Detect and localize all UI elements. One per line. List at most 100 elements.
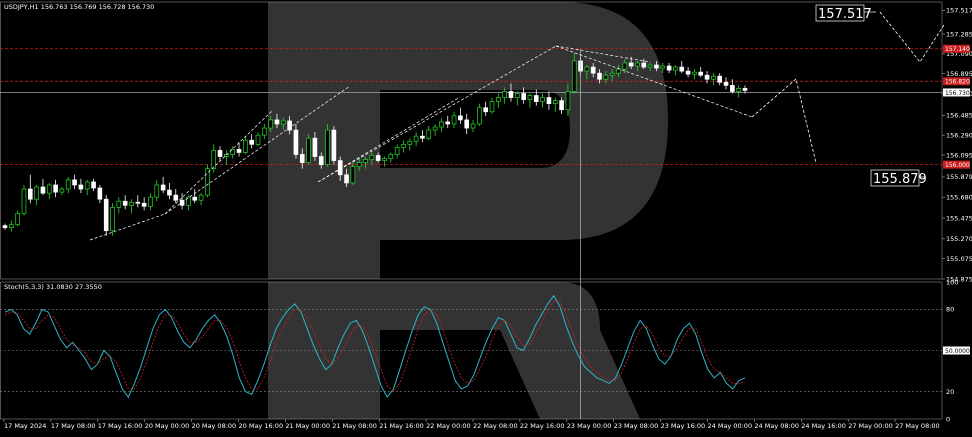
candle-body xyxy=(628,62,634,67)
candle-body xyxy=(407,140,413,145)
candle-body xyxy=(571,60,577,92)
candle-body xyxy=(654,64,659,69)
candle-body xyxy=(141,202,147,207)
candle-body xyxy=(249,139,254,145)
candle-body xyxy=(496,97,501,102)
candle-body xyxy=(255,134,261,145)
candle-body xyxy=(451,115,457,125)
candle-body xyxy=(584,66,590,72)
candle-body xyxy=(363,159,368,163)
x-tick-label: 24 May 16:00 xyxy=(801,422,846,430)
oscillator-y-tick-label: 100 xyxy=(946,278,958,286)
candle-body xyxy=(470,123,476,129)
candle-body xyxy=(129,201,134,206)
candle-body xyxy=(27,188,33,200)
candle-body xyxy=(692,71,697,75)
x-tick-label: 27 May 00:00 xyxy=(848,422,893,430)
candle-body xyxy=(243,139,248,153)
price-level-tag-label: 156.000 xyxy=(945,162,970,169)
oscillator-y-tick-label: 80 xyxy=(946,306,954,314)
oscillator-header: Stoch(5,3,3) 31.0830 27.3550 xyxy=(4,283,102,291)
candle-body xyxy=(78,184,84,190)
candle-body xyxy=(274,119,280,125)
candle-body xyxy=(122,200,128,206)
y-tick-label: 155.475 xyxy=(946,214,972,222)
candle-body xyxy=(698,71,704,76)
candle-body xyxy=(280,120,286,125)
candle-body xyxy=(483,107,488,113)
candle-body xyxy=(46,184,52,194)
x-tick-label: 21 May 08:00 xyxy=(332,422,377,430)
x-tick-label: 20 May 08:00 xyxy=(192,422,237,430)
candle-body xyxy=(325,129,330,165)
candle-body xyxy=(635,62,640,67)
candle-body xyxy=(565,91,571,111)
oscillator-tag-label: 50.0000 xyxy=(945,348,970,355)
candle-body xyxy=(514,93,520,98)
candle-body xyxy=(382,158,387,161)
candle-body xyxy=(167,189,172,196)
candle-body xyxy=(597,72,602,80)
x-tick-label: 22 May 00:00 xyxy=(426,422,471,430)
x-tick-label: 17 May 2024 xyxy=(4,422,46,430)
candle-body xyxy=(318,156,324,165)
candle-body xyxy=(730,85,735,92)
forecast-path xyxy=(751,78,817,164)
y-tick-label: 156.095 xyxy=(946,151,972,159)
candle-body xyxy=(217,150,223,157)
y-tick-label: 155.075 xyxy=(946,255,972,263)
candle-body xyxy=(148,196,153,207)
price-level-tag-label: 156.820 xyxy=(945,79,970,86)
candle-body xyxy=(198,194,204,201)
y-tick-label: 157.517 xyxy=(946,7,972,15)
candle-body xyxy=(299,154,305,163)
candle-body xyxy=(413,135,419,142)
x-tick-label: 27 May 08:00 xyxy=(895,422,940,430)
candle-body xyxy=(426,129,432,139)
trading-chart[interactable]: 157.517157.285157.090156.895156.700156.4… xyxy=(0,0,972,433)
oscillator-y-tick-label: 0 xyxy=(946,415,950,423)
y-tick-label: 156.895 xyxy=(946,70,972,78)
x-tick-label: 22 May 16:00 xyxy=(520,422,565,430)
candle-body xyxy=(103,198,109,232)
candle-body xyxy=(262,127,267,136)
candle-body xyxy=(344,174,349,184)
trend-line xyxy=(164,110,273,215)
x-tick-label: 24 May 08:00 xyxy=(754,422,799,430)
candle-body xyxy=(91,181,96,189)
x-tick-label: 20 May 16:00 xyxy=(239,422,284,430)
candle-body xyxy=(641,62,647,68)
candle-body xyxy=(401,143,406,148)
candle-body xyxy=(590,66,596,74)
candle-body xyxy=(521,93,526,100)
main-chart-header: USDJPY,H1 156.763 156.769 156.728 156.73… xyxy=(4,3,154,11)
candle-body xyxy=(616,68,621,74)
trend-line xyxy=(89,213,166,241)
candle-body xyxy=(388,154,394,159)
x-tick-label: 24 May 00:00 xyxy=(708,422,753,430)
target-label-lower: 155.879 xyxy=(873,172,927,187)
candle-body xyxy=(53,184,58,193)
x-tick-label: 23 May 16:00 xyxy=(661,422,706,430)
candle-body xyxy=(704,74,710,80)
candle-body xyxy=(502,91,507,98)
candle-body xyxy=(736,88,741,92)
price-level-tag-label: 157.140 xyxy=(945,46,970,53)
candle-body xyxy=(293,129,299,155)
candle-body xyxy=(154,184,160,198)
y-tick-label: 157.285 xyxy=(946,30,972,38)
candle-body xyxy=(116,200,122,208)
y-tick-label: 155.680 xyxy=(946,193,972,201)
candle-body xyxy=(546,97,552,105)
candle-body xyxy=(72,179,77,186)
y-tick-label: 156.485 xyxy=(946,112,972,120)
candle-body xyxy=(211,150,217,170)
x-tick-label: 17 May 08:00 xyxy=(51,422,96,430)
chart-svg[interactable]: 157.517157.285157.090156.895156.700156.4… xyxy=(0,0,972,433)
candle-body xyxy=(527,95,533,100)
candle-body xyxy=(356,162,362,168)
candle-body xyxy=(287,120,292,131)
x-tick-label: 22 May 08:00 xyxy=(473,422,518,430)
candle-body xyxy=(508,91,514,98)
candle-body xyxy=(464,119,470,129)
